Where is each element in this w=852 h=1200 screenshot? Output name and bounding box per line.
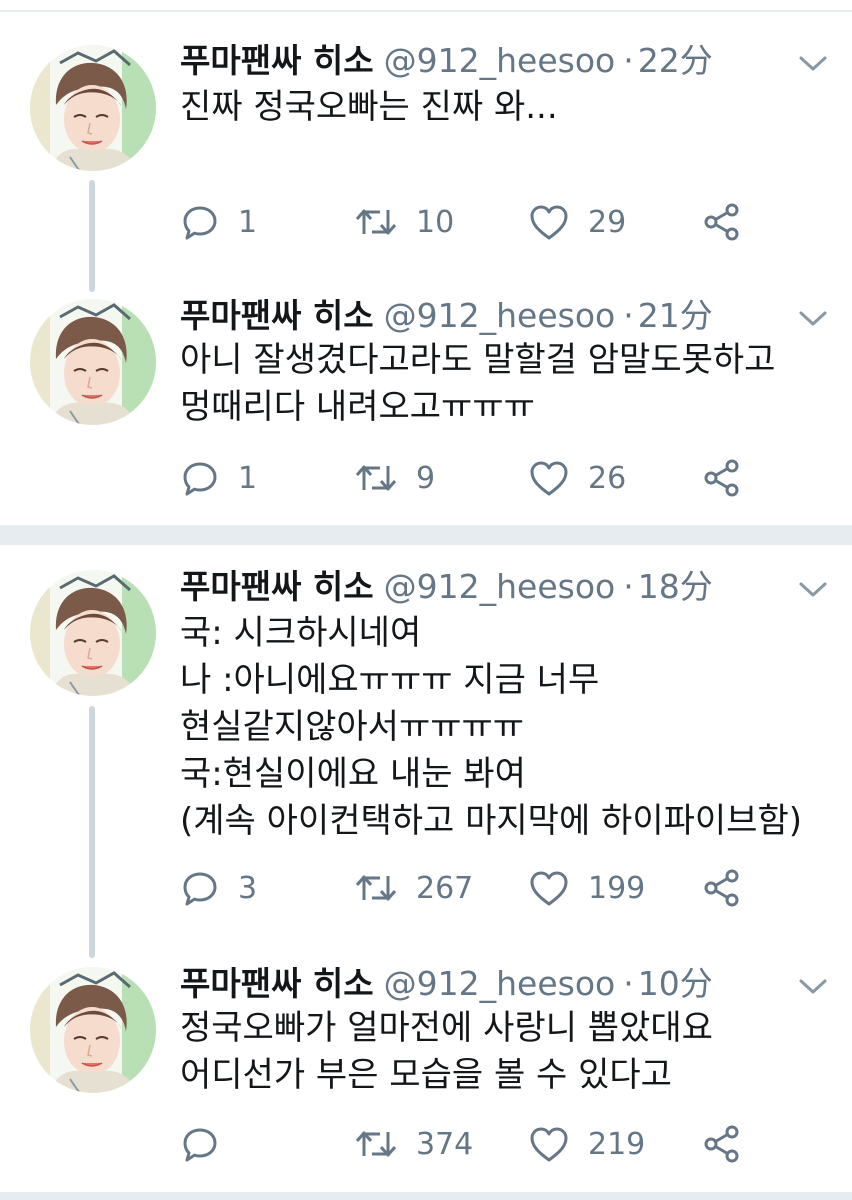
- user-handle[interactable]: @912_heesoo: [384, 296, 616, 335]
- display-name[interactable]: 푸마팬싸 히소: [180, 567, 374, 606]
- bottom-divider: [0, 1192, 852, 1200]
- reply-icon: [180, 868, 220, 908]
- reply-icon: [180, 202, 220, 242]
- like-button[interactable]: 219: [528, 1119, 645, 1169]
- tweet-actions: 3 267 199: [180, 863, 780, 913]
- like-count: 219: [588, 1126, 646, 1162]
- user-handle[interactable]: @912_heesoo: [384, 41, 616, 80]
- heart-icon: [528, 1124, 570, 1164]
- retweet-icon: [354, 868, 398, 908]
- retweet-icon: [354, 458, 398, 498]
- avatar[interactable]: [30, 299, 156, 425]
- tweet-header: 푸마팬싸 히소 @912_heesoo · 21分: [180, 291, 713, 341]
- user-handle[interactable]: @912_heesoo: [384, 964, 616, 1003]
- reply-icon: [180, 1124, 220, 1164]
- timestamp[interactable]: 22分: [638, 41, 713, 80]
- tweet-text: 아니 잘생겼다고라도 말할걸 암말도못하고 멍때리다 내려오고ㅠㅠㅠ: [180, 337, 820, 431]
- reply-icon: [180, 458, 220, 498]
- tweet-actions: 1 9 26: [180, 453, 780, 503]
- timestamp[interactable]: 21分: [638, 296, 713, 335]
- share-button[interactable]: [702, 453, 742, 503]
- separator-dot: ·: [623, 296, 634, 335]
- chevron-down-icon[interactable]: [796, 54, 830, 74]
- display-name[interactable]: 푸마팬싸 히소: [180, 296, 374, 335]
- heart-icon: [528, 202, 570, 242]
- chevron-down-icon[interactable]: [796, 309, 830, 329]
- like-count: 29: [588, 204, 627, 240]
- thread-line: [89, 706, 95, 958]
- user-handle[interactable]: @912_heesoo: [384, 567, 616, 606]
- tweet-text-line: 정국오빠가 얼마전에 사랑니 뽑았대요: [180, 1008, 713, 1048]
- timestamp[interactable]: 18分: [638, 567, 713, 606]
- retweet-count: 10: [416, 204, 455, 240]
- tweet-header: 푸마팬싸 히소 @912_heesoo · 10分: [180, 959, 713, 1009]
- tweet-header: 푸마팬싸 히소 @912_heesoo · 18分: [180, 562, 713, 612]
- share-button[interactable]: [702, 863, 742, 913]
- retweet-button[interactable]: 9: [354, 453, 435, 503]
- separator-dot: ·: [623, 567, 634, 606]
- tweet-text-line: 어디선가 부은 모습을 볼 수 있다고: [180, 1055, 672, 1095]
- heart-icon: [528, 458, 570, 498]
- like-button[interactable]: 29: [528, 197, 626, 247]
- like-button[interactable]: 26: [528, 453, 626, 503]
- tweet-text-line: 진짜 정국오빠는 진짜 와...: [180, 87, 558, 127]
- retweet-icon: [354, 1124, 398, 1164]
- share-icon: [702, 1124, 742, 1164]
- tweet-actions: 374 219: [180, 1119, 780, 1169]
- retweet-count: 267: [416, 870, 474, 906]
- thread-line: [89, 180, 95, 292]
- reply-button[interactable]: 1: [180, 453, 257, 503]
- reply-button[interactable]: 1: [180, 197, 257, 247]
- tweet-text-line: (계속 아이컨택하고 마지막에 하이파이브함): [180, 801, 802, 841]
- retweet-count: 9: [416, 460, 436, 496]
- tweet-text: 정국오빠가 얼마전에 사랑니 뽑았대요 어디선가 부은 모습을 볼 수 있다고: [180, 1005, 820, 1099]
- share-icon: [702, 458, 742, 498]
- separator-dot: ·: [623, 964, 634, 1003]
- reply-button[interactable]: 3: [180, 863, 257, 913]
- tweet-text-line: 아니 잘생겼다고라도 말할걸 암말도못하고: [180, 340, 776, 380]
- tweet-text-line: 현실같지않아서ㅠㅠㅠㅠ: [180, 707, 525, 747]
- retweet-count: 374: [416, 1126, 474, 1162]
- chevron-down-icon[interactable]: [796, 580, 830, 600]
- share-button[interactable]: [702, 1119, 742, 1169]
- retweet-button[interactable]: 267: [354, 863, 473, 913]
- tweet-actions: 1 10 29: [180, 197, 780, 247]
- retweet-button[interactable]: 374: [354, 1119, 473, 1169]
- separator-dot: ·: [623, 41, 634, 80]
- tweet-header: 푸마팬싸 히소 @912_heesoo · 22分: [180, 36, 713, 86]
- like-button[interactable]: 199: [528, 863, 645, 913]
- retweet-button[interactable]: 10: [354, 197, 454, 247]
- share-icon: [702, 202, 742, 242]
- display-name[interactable]: 푸마팬싸 히소: [180, 41, 374, 80]
- tweet-text-line: 나 :아니에요ㅠㅠㅠ 지금 너무: [180, 660, 600, 700]
- tweet-text-line: 멍때리다 내려오고ㅠㅠㅠ: [180, 387, 535, 427]
- heart-icon: [528, 868, 570, 908]
- share-icon: [702, 868, 742, 908]
- retweet-icon: [354, 202, 398, 242]
- avatar[interactable]: [30, 570, 156, 696]
- reply-count: 1: [238, 460, 258, 496]
- reply-button[interactable]: [180, 1119, 238, 1169]
- share-button[interactable]: [702, 197, 742, 247]
- tweet-text: 국: 시크하시네여 나 :아니에요ㅠㅠㅠ 지금 너무 현실같지않아서ㅠㅠㅠㅠ 국…: [180, 610, 820, 845]
- top-divider: [0, 0, 852, 12]
- avatar[interactable]: [30, 967, 156, 1093]
- tweet-text-line: 국:현실이에요 내눈 봐여: [180, 754, 526, 794]
- tweet-text: 진짜 정국오빠는 진짜 와...: [180, 84, 820, 131]
- display-name[interactable]: 푸마팬싸 히소: [180, 964, 374, 1003]
- timestamp[interactable]: 10分: [638, 964, 713, 1003]
- like-count: 26: [588, 460, 627, 496]
- like-count: 199: [588, 870, 646, 906]
- section-divider: [0, 525, 852, 545]
- reply-count: 1: [238, 204, 258, 240]
- chevron-down-icon[interactable]: [796, 977, 830, 997]
- avatar[interactable]: [30, 45, 156, 171]
- tweet-text-line: 국: 시크하시네여: [180, 613, 422, 653]
- reply-count: 3: [238, 870, 258, 906]
